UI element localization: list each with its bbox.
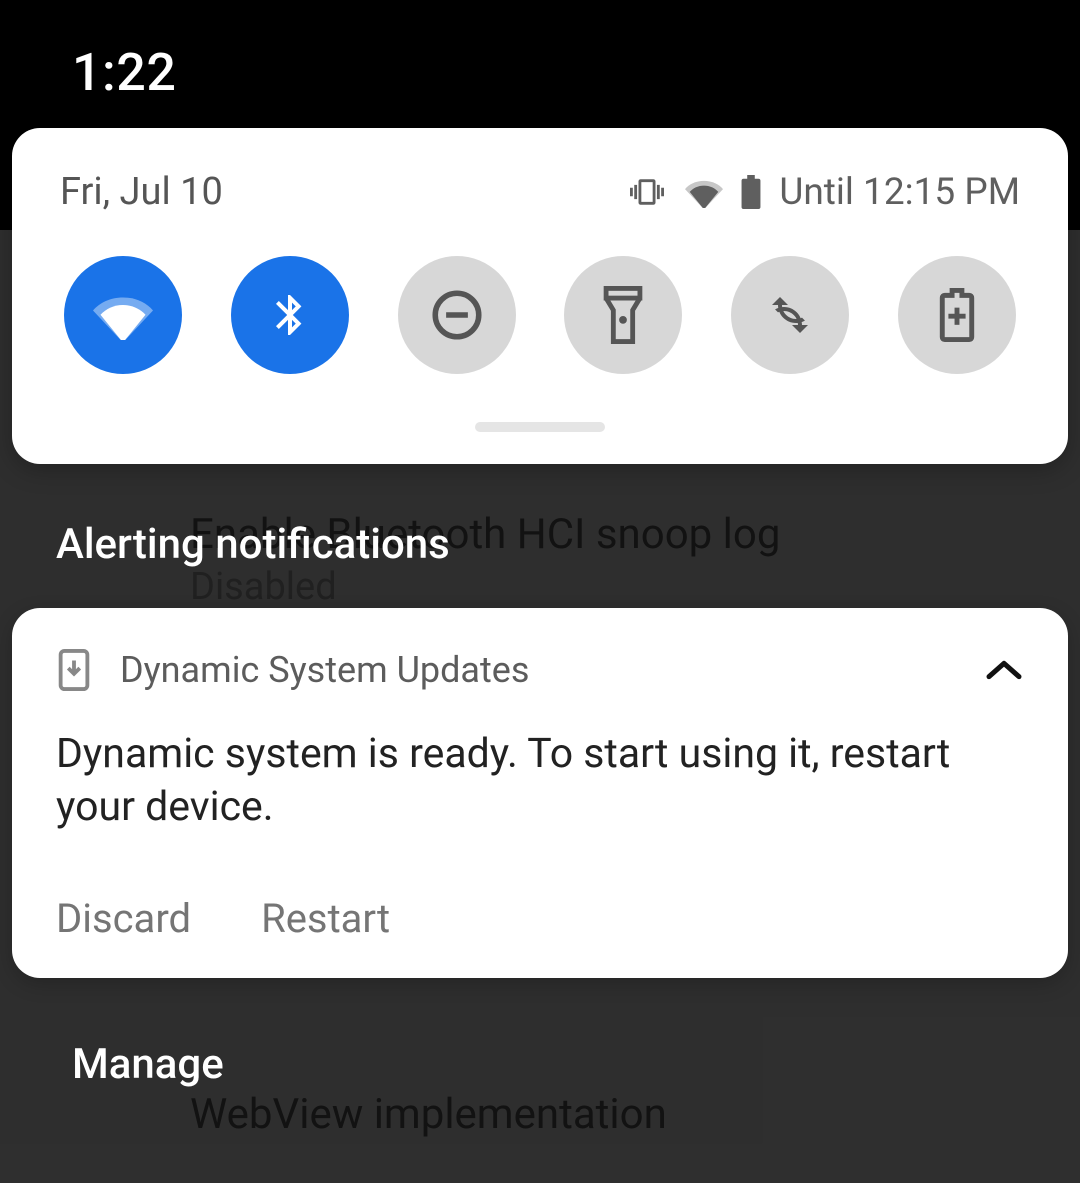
quick-settings-status: Until 12:15 PM — [627, 171, 1020, 214]
quick-settings-date: Fri, Jul 10 — [60, 170, 223, 214]
notification-body: Dynamic system is ready. To start using … — [56, 728, 1024, 835]
auto-rotate-icon — [761, 291, 819, 339]
system-update-icon — [56, 648, 92, 692]
wifi-icon — [93, 290, 153, 340]
tile-auto-rotate[interactable] — [731, 256, 849, 374]
quick-settings-tiles — [60, 256, 1020, 374]
discard-button[interactable]: Discard — [56, 895, 191, 942]
quick-settings-header: Fri, Jul 10 Until 12:15 PM — [60, 170, 1020, 214]
tile-wifi[interactable] — [64, 256, 182, 374]
battery-status-icon — [741, 175, 761, 209]
manage-button[interactable]: Manage — [72, 1040, 224, 1089]
tile-do-not-disturb[interactable] — [398, 256, 516, 374]
wifi-status-icon — [685, 176, 723, 208]
dnd-icon — [428, 286, 486, 344]
status-bar-clock: 1:22 — [72, 42, 176, 103]
vibrate-icon — [627, 175, 667, 209]
bluetooth-icon — [266, 285, 314, 345]
restart-button[interactable]: Restart — [261, 895, 390, 942]
alerting-section-label: Alerting notifications — [56, 520, 450, 569]
notification-header: Dynamic System Updates — [56, 648, 1024, 692]
flashlight-icon — [603, 286, 643, 344]
battery-saver-icon — [939, 288, 975, 342]
tile-bluetooth[interactable] — [231, 256, 349, 374]
collapse-icon[interactable] — [984, 650, 1024, 690]
quick-settings-panel: Fri, Jul 10 Until 12:15 PM — [12, 128, 1068, 464]
status-icons-group — [627, 175, 761, 209]
notification-actions: Discard Restart — [56, 895, 1024, 942]
notification-card[interactable]: Dynamic System Updates Dynamic system is… — [12, 608, 1068, 978]
battery-until-label: Until 12:15 PM — [779, 171, 1020, 214]
tile-flashlight[interactable] — [564, 256, 682, 374]
quick-settings-drag-handle[interactable] — [475, 422, 605, 432]
notification-app-name: Dynamic System Updates — [120, 649, 956, 691]
tile-battery-saver[interactable] — [898, 256, 1016, 374]
